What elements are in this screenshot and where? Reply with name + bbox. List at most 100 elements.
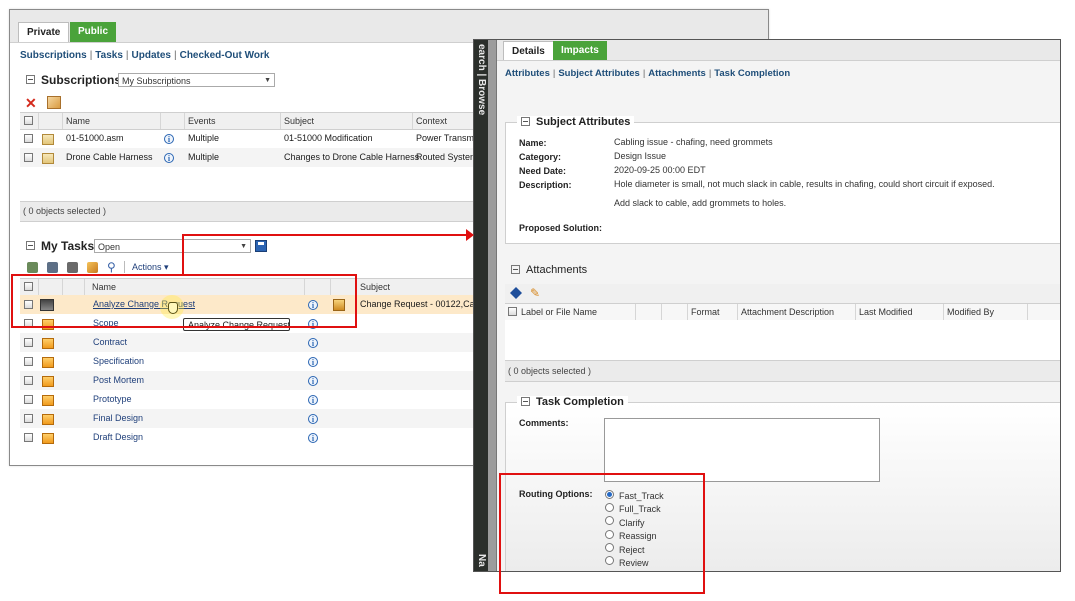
task-name[interactable]: Post Mortem xyxy=(93,371,144,390)
tab-details[interactable]: Details xyxy=(503,41,554,60)
nav-link-updates[interactable]: Updates xyxy=(132,50,171,61)
row-checkbox[interactable] xyxy=(24,376,33,385)
table-row[interactable]: Drone Cable Harness i Multiple Changes t… xyxy=(20,148,490,167)
table-row[interactable]: Contract i xyxy=(20,333,490,352)
subscriptions-filter-select[interactable]: My Subscriptions ▼ xyxy=(118,73,275,87)
task-subject[interactable]: Change Request - 00122,Cablin xyxy=(360,295,490,314)
actions-menu[interactable]: Actions ▾ xyxy=(132,262,169,273)
tasks-filter-select[interactable]: Open ▼ xyxy=(94,239,251,253)
info-icon[interactable]: i xyxy=(308,376,318,386)
task-completion-header: Task Completion xyxy=(517,396,628,408)
table-row[interactable]: 01-51000.asm i Multiple 01-51000 Modific… xyxy=(20,129,490,148)
splitter[interactable] xyxy=(488,40,497,571)
col-attachment-description[interactable]: Attachment Description xyxy=(741,304,834,320)
edit-icon[interactable] xyxy=(47,96,61,109)
col-last-modified[interactable]: Last Modified xyxy=(859,304,913,320)
info-icon[interactable]: i xyxy=(308,357,318,367)
tab-private[interactable]: Private xyxy=(18,22,70,42)
collapse-icon[interactable] xyxy=(511,264,520,274)
col-subject[interactable]: Subject xyxy=(284,113,314,129)
chevron-down-icon: ▼ xyxy=(264,77,271,84)
nav-link-checked-out-work[interactable]: Checked-Out Work xyxy=(180,50,270,61)
col-context[interactable]: Context xyxy=(416,113,447,129)
subscription-events: Multiple xyxy=(188,152,220,162)
name-value: Cabling issue - chafing, need grommets xyxy=(614,137,773,147)
nav-link-task-completion[interactable]: Task Completion xyxy=(714,68,790,79)
info-icon[interactable]: i xyxy=(308,433,318,443)
collapse-icon[interactable] xyxy=(26,75,35,85)
col-format[interactable]: Format xyxy=(691,304,720,320)
info-icon[interactable]: i xyxy=(308,395,318,405)
nav-link-attachments[interactable]: Attachments xyxy=(648,68,706,79)
table-row[interactable]: Prototype i xyxy=(20,390,490,409)
collapse-icon[interactable] xyxy=(521,396,530,406)
row-checkbox[interactable] xyxy=(24,357,33,366)
reassign-task-icon[interactable] xyxy=(47,262,58,273)
task-icon xyxy=(42,433,54,444)
right-nav-links: Attributes | Subject Attributes | Attachment… xyxy=(505,68,791,79)
accept-task-icon[interactable] xyxy=(27,262,38,273)
tab-public[interactable]: Public xyxy=(70,22,117,42)
task-name[interactable]: Contract xyxy=(93,333,127,352)
collapse-icon[interactable] xyxy=(521,116,530,126)
connector-line-horizontal xyxy=(182,234,468,236)
left-nav-links: Subscriptions | Tasks | Updates | Checked-Out … xyxy=(20,50,270,61)
table-row[interactable]: Specification i xyxy=(20,352,490,371)
row-checkbox[interactable] xyxy=(24,153,33,162)
subscriptions-selected-count: ( 0 objects selected ) xyxy=(23,206,107,216)
task-name[interactable]: Specification xyxy=(93,352,144,371)
tab-impacts[interactable]: Impacts xyxy=(553,41,607,60)
search-icon[interactable]: ⚲ xyxy=(107,260,116,274)
nav-link-attributes[interactable]: Attributes xyxy=(505,68,550,79)
task-name[interactable]: Final Design xyxy=(93,409,143,428)
right-tab-bar: Details Impacts xyxy=(497,40,1060,61)
table-row[interactable]: Post Mortem i xyxy=(20,371,490,390)
subscription-events: Multiple xyxy=(188,133,220,143)
col-modified-by[interactable]: Modified By xyxy=(947,304,994,320)
my-tasks-header: My Tasks xyxy=(26,239,94,253)
view-icon[interactable] xyxy=(510,287,522,299)
attachments-status-bar: ( 0 objects selected ) xyxy=(505,360,1060,382)
subscriptions-filter-value: My Subscriptions xyxy=(122,76,191,86)
edit-task-icon[interactable] xyxy=(87,262,98,273)
save-icon[interactable] xyxy=(255,240,267,252)
table-row[interactable]: Final Design i xyxy=(20,409,490,428)
chevron-down-icon: ▼ xyxy=(240,243,247,250)
subscription-name[interactable]: 01-51000.asm xyxy=(66,129,124,148)
subscription-subject: 01-51000 Modification xyxy=(284,133,373,143)
row-checkbox[interactable] xyxy=(24,134,33,143)
nav-link-subject-attributes[interactable]: Subject Attributes xyxy=(558,68,639,79)
attachments-title: Attachments xyxy=(526,264,588,276)
arrow-head-icon xyxy=(466,229,474,241)
col-name[interactable]: Name xyxy=(66,113,90,129)
col-label-or-file-name[interactable]: Label or File Name xyxy=(521,304,597,320)
task-name[interactable]: Draft Design xyxy=(93,428,143,447)
subscriptions-grid-header: Name Events Subject Context xyxy=(20,112,490,130)
select-all-checkbox[interactable] xyxy=(508,307,517,316)
col-subject[interactable]: Subject xyxy=(360,279,390,295)
table-row[interactable]: Draft Design i xyxy=(20,428,490,447)
info-icon[interactable]: i xyxy=(308,338,318,348)
row-checkbox[interactable] xyxy=(24,414,33,423)
info-icon[interactable]: i xyxy=(308,414,318,424)
task-name[interactable]: Prototype xyxy=(93,390,132,409)
delete-icon[interactable]: ✕ xyxy=(25,96,39,110)
select-all-checkbox[interactable] xyxy=(24,116,33,125)
subscription-name[interactable]: Drone Cable Harness xyxy=(66,148,153,167)
info-icon[interactable]: i xyxy=(164,153,174,163)
description-value: Hole diameter is small, not much slack i… xyxy=(614,179,995,189)
navigator-strip[interactable]: earch | Browse Na xyxy=(474,40,488,571)
nav-link-tasks[interactable]: Tasks xyxy=(95,50,123,61)
row-checkbox[interactable] xyxy=(24,338,33,347)
row-checkbox[interactable] xyxy=(24,395,33,404)
task-completion-title: Task Completion xyxy=(536,396,624,408)
collapse-icon[interactable] xyxy=(26,241,35,251)
row-checkbox[interactable] xyxy=(24,433,33,442)
col-events[interactable]: Events xyxy=(188,113,216,129)
nav-link-subscriptions[interactable]: Subscriptions xyxy=(20,50,87,61)
pencil-icon[interactable]: ✎ xyxy=(530,286,540,300)
info-icon[interactable]: i xyxy=(164,134,174,144)
actions-label: Actions xyxy=(132,262,162,272)
user-task-icon[interactable] xyxy=(67,262,78,273)
task-icon xyxy=(42,338,54,349)
